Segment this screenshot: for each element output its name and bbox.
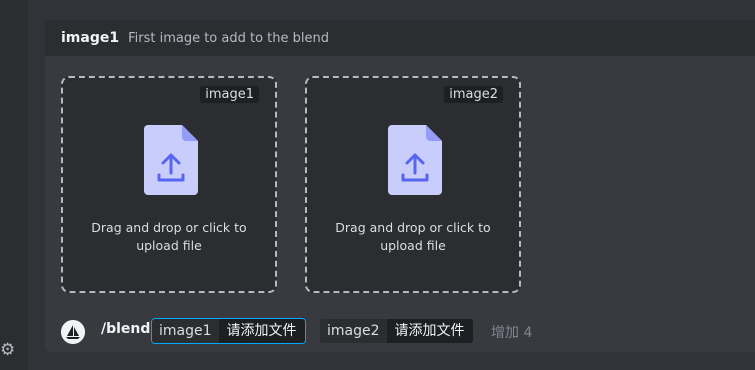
dropzone-text: Drag and drop or click to upload file bbox=[91, 220, 247, 253]
option-chip-image1[interactable]: image1 请添加文件 bbox=[151, 318, 306, 344]
chip-key: image2 bbox=[320, 319, 387, 343]
file-upload-icon bbox=[388, 125, 442, 195]
left-rail bbox=[0, 0, 28, 370]
option-chip-image2[interactable]: image2 请添加文件 bbox=[319, 318, 474, 344]
option-name: image1 bbox=[61, 30, 120, 46]
dropzone-image2[interactable]: image2 Drag and drop or click to upload … bbox=[305, 76, 521, 293]
chip-value: 请添加文件 bbox=[386, 319, 473, 343]
chip-value: 请添加文件 bbox=[218, 319, 305, 343]
option-description: First image to add to the blend bbox=[128, 30, 329, 46]
option-panel: image1 First image to add to the blend i… bbox=[45, 20, 755, 352]
chip-key: image1 bbox=[152, 319, 219, 343]
dropzone-tag: image2 bbox=[444, 86, 503, 103]
gear-icon[interactable]: ⚙ bbox=[0, 340, 16, 360]
command-name: /blend bbox=[101, 321, 151, 337]
dropzone-image1[interactable]: image1 Drag and drop or click to upload … bbox=[61, 76, 277, 293]
more-options-button[interactable]: 增加 4 bbox=[491, 322, 532, 342]
sailboat-bot-icon bbox=[61, 320, 85, 344]
file-upload-icon bbox=[144, 125, 198, 195]
command-bar: /blend image1 请添加文件 image2 请添加文件 增加 4 bbox=[45, 312, 755, 352]
option-header: image1 First image to add to the blend bbox=[45, 20, 755, 56]
dropzone-tag: image1 bbox=[200, 86, 259, 103]
dropzone-text: Drag and drop or click to upload file bbox=[335, 220, 491, 253]
